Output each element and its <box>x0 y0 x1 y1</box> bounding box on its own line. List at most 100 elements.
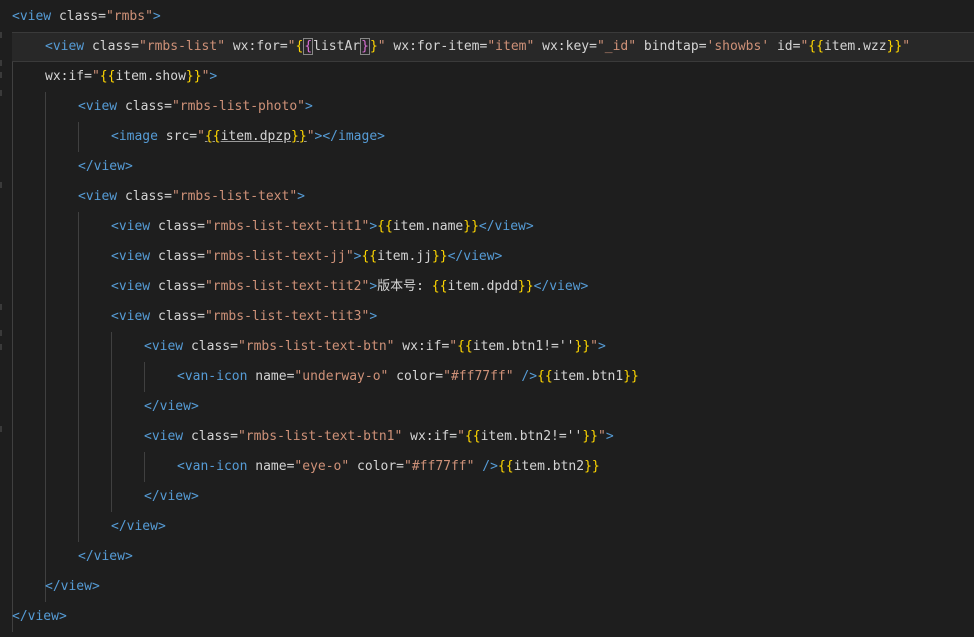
line-content: <view class="rmbs"> <box>12 2 161 32</box>
code-token: "#ff77ff" <box>404 459 475 474</box>
code-line[interactable]: <view class="rmbs-list-text-jj">{{item.j… <box>0 242 974 272</box>
code-line[interactable]: </view> <box>0 542 974 572</box>
code-token: class= <box>117 189 172 204</box>
code-token: > <box>369 309 378 324</box>
code-line[interactable]: <van-icon name="eye-o" color="#ff77ff" /… <box>0 452 974 482</box>
code-token: /> <box>474 459 498 474</box>
code-line[interactable]: <view class="rmbs"> <box>0 2 974 32</box>
code-token: > <box>297 189 305 204</box>
code-token: > <box>209 69 218 84</box>
code-token: bindtap= <box>636 39 707 54</box>
code-token: "rmbs-list-text-tit2" <box>204 279 370 294</box>
code-token: item.btn1!='' <box>472 339 575 354</box>
code-token: " <box>306 129 315 144</box>
code-token: /> <box>513 369 538 384</box>
code-token: <view <box>12 9 52 24</box>
code-token: "_id" <box>596 39 637 54</box>
code-line[interactable]: </view> <box>0 482 974 512</box>
code-token: item.show <box>115 69 186 84</box>
code-line[interactable]: <view class="rmbs-list-text-tit2">版本号: {… <box>0 272 974 302</box>
code-token: </view> <box>144 489 199 504</box>
line-content: <view class="rmbs-list" wx:for= " {{listAr… <box>45 33 910 63</box>
code-token: </view> <box>12 609 67 624</box>
line-content: <van-icon name="underway-o" color="#ff77… <box>177 362 639 392</box>
code-token: "item" <box>487 39 535 54</box>
code-token: <view <box>78 189 118 204</box>
code-token: {{ <box>377 219 393 234</box>
code-token: " <box>457 429 465 444</box>
code-token: <image <box>111 129 158 144</box>
code-token: "rmbs-list-text-btn1" <box>237 429 403 444</box>
code-token: class= <box>84 39 139 54</box>
code-token: 版本号: <box>377 279 432 294</box>
code-token: } <box>369 39 378 54</box>
code-token: {{ <box>457 339 473 354</box>
code-token: "underway-o" <box>294 369 389 384</box>
code-line[interactable]: </view> <box>0 572 974 602</box>
code-token: </view> <box>78 159 133 174</box>
code-token: class= <box>51 9 106 24</box>
code-token: <view <box>111 249 151 264</box>
line-content: </view> <box>111 512 166 542</box>
code-line[interactable]: </view> <box>0 152 974 182</box>
code-editor[interactable]: <view class="rmbs"> <view class="rmbs-lis… <box>0 0 974 637</box>
code-token: }} <box>291 129 307 144</box>
code-line[interactable]: <van-icon name="underway-o" color="#ff77… <box>0 362 974 392</box>
code-line[interactable]: <view class="rmbs-list-text"> <box>0 182 974 212</box>
line-content: <view class="rmbs-list-text"> <box>78 182 305 212</box>
code-token: > <box>305 99 313 114</box>
code-line[interactable]: wx:if="{{item.show}}"> <box>0 62 974 92</box>
code-token: " <box>449 339 458 354</box>
code-token: "#ff77ff" <box>443 369 514 384</box>
code-token: "rmbs-list" <box>138 39 226 54</box>
code-token: " <box>902 39 911 54</box>
code-token: "rmbs-list-text-tit3" <box>204 309 370 324</box>
code-token: item.btn1 <box>552 369 624 384</box>
code-token: "rmbs-list-text-tit1" <box>204 219 370 234</box>
code-token: > <box>605 429 614 444</box>
code-token: item.wzz <box>823 39 887 54</box>
code-token: }} <box>886 39 903 54</box>
code-token: > <box>152 9 161 24</box>
code-line[interactable]: </view> <box>0 602 974 632</box>
code-token: item.jj <box>377 249 432 264</box>
code-line[interactable]: <view class="rmbs-list-text-tit3"> <box>0 302 974 332</box>
code-token: > <box>369 219 378 234</box>
code-line[interactable]: <view class="rmbs-list-text-btn1" wx:if=… <box>0 422 974 452</box>
code-token: { <box>303 38 314 55</box>
code-token: </view> <box>45 579 100 594</box>
code-line[interactable]: <view class="rmbs-list-text-btn" wx:if="… <box>0 332 974 362</box>
line-content: <view class="rmbs-list-text-btn1" wx:if=… <box>144 422 614 452</box>
code-token: </view> <box>144 399 199 414</box>
code-line[interactable]: <view class="rmbs-list-text-tit1">{{item… <box>0 212 974 242</box>
code-token: item.name <box>392 219 464 234</box>
code-token: </view> <box>78 549 133 564</box>
code-token: wx:for-item= <box>385 39 488 54</box>
line-content: <van-icon name="eye-o" color="#ff77ff" /… <box>177 452 600 482</box>
line-content: <image src="{{item.dpzp}}"></image> <box>111 122 385 152</box>
code-token: }} <box>623 369 639 384</box>
code-line[interactable]: <image src="{{item.dpzp}}"></image> <box>0 122 974 152</box>
code-token: 'showbs' <box>706 39 770 54</box>
code-line[interactable]: <view class="rmbs-list-photo"> <box>0 92 974 122</box>
line-content: </view> <box>144 482 199 512</box>
code-token: <view <box>78 99 118 114</box>
code-line[interactable]: </view> <box>0 512 974 542</box>
code-token: name= <box>247 459 295 474</box>
code-token: <view <box>144 429 184 444</box>
code-token: {{ <box>497 459 514 474</box>
line-content: <view class="rmbs-list-text-tit1">{{item… <box>111 212 534 242</box>
code-line[interactable]: <view class="rmbs-list" wx:for= " {{listAr… <box>12 32 974 62</box>
code-token: <van-icon <box>177 369 248 384</box>
code-token: <view <box>111 219 151 234</box>
code-token: class= <box>117 99 172 114</box>
line-content: <view class="rmbs-list-text-tit2">版本号: {… <box>111 272 588 302</box>
code-line[interactable]: </view> <box>0 392 974 422</box>
code-token: {{ <box>99 69 116 84</box>
code-token: class= <box>150 279 205 294</box>
code-token: "rmbs-list-text" <box>171 189 298 204</box>
code-token: <view <box>111 279 151 294</box>
code-token: "rmbs" <box>105 9 153 24</box>
code-token: {{ <box>204 129 221 144</box>
code-token: {{ <box>464 429 481 444</box>
